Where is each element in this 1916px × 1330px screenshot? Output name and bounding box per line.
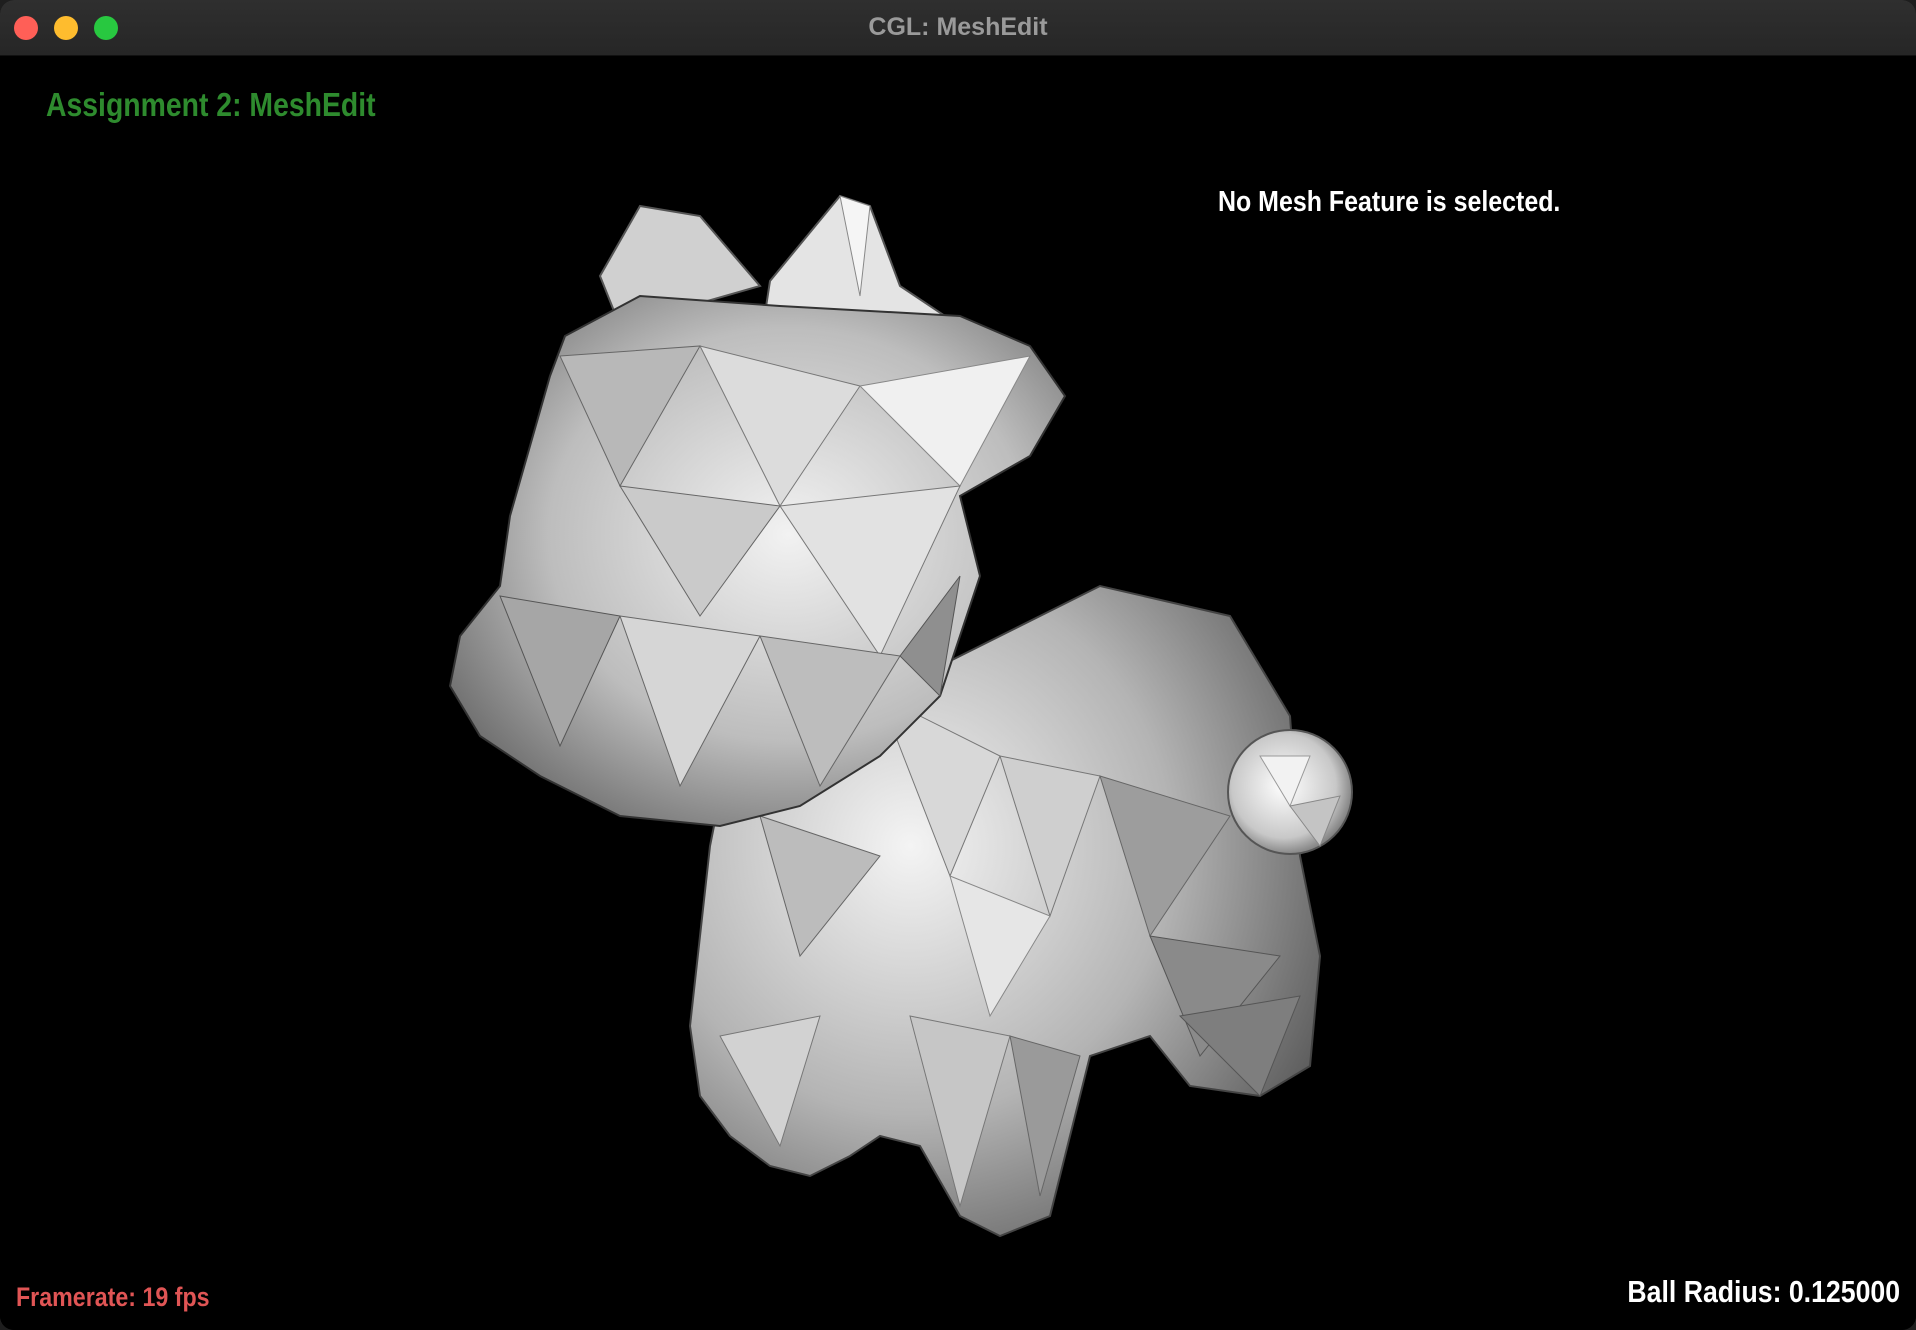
window-title: CGL: MeshEdit xyxy=(868,13,1048,41)
framerate-readout: Framerate: 19 fps xyxy=(16,1282,210,1312)
app-window: CGL: MeshEdit Assignment 2: MeshEdit No … xyxy=(0,0,1916,1330)
window-titlebar[interactable]: CGL: MeshEdit xyxy=(0,0,1916,56)
selection-status-text: No Mesh Feature is selected. xyxy=(1218,186,1561,218)
mesh-tail-ball xyxy=(1227,729,1353,855)
ball-radius-readout: Ball Radius: 0.125000 xyxy=(1627,1274,1900,1309)
render-viewport[interactable]: Assignment 2: MeshEdit No Mesh Feature i… xyxy=(0,56,1916,1330)
assignment-title: Assignment 2: MeshEdit xyxy=(46,86,376,123)
mesh-model[interactable] xyxy=(0,56,1916,1330)
